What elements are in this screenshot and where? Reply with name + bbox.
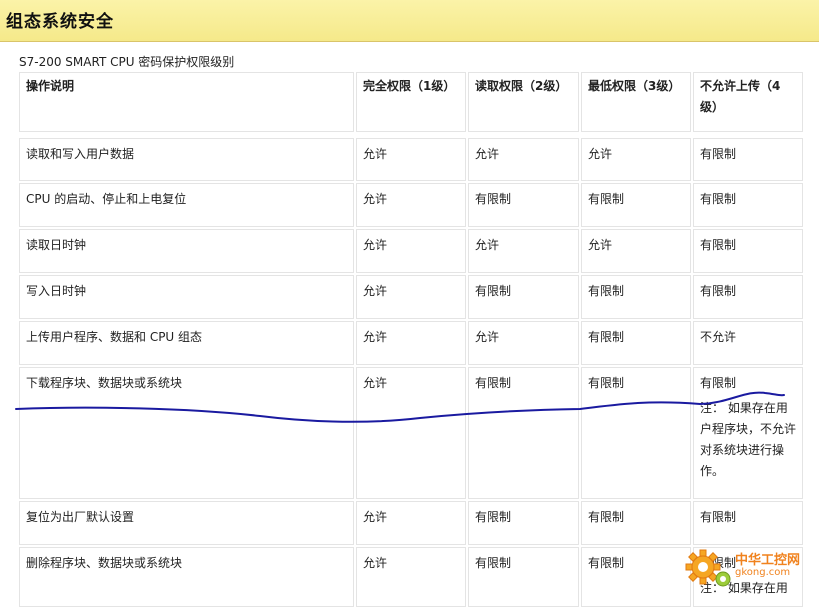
watermark-name: 中华工控网 — [735, 553, 801, 568]
row-label: 上传用户程序、数据和 CPU 组态 — [19, 321, 354, 365]
table-cell: 有限制 — [693, 138, 803, 181]
cell-text: 有限制 — [588, 284, 625, 298]
cell-text: 允许 — [363, 147, 388, 161]
row-label: 读取日时钟 — [19, 229, 354, 273]
cell-text: 有限制 — [588, 510, 625, 524]
table-cell: 允许 — [356, 183, 466, 227]
cell-text: 允许 — [363, 376, 388, 390]
cell-text: 读取和写入用户数据 — [26, 147, 135, 161]
cell-text: 不允许 — [700, 330, 737, 344]
cell-text: 有限制 — [700, 284, 737, 298]
cell-text: 有限制 — [588, 376, 625, 390]
cell-text: 有限制 — [475, 556, 512, 570]
column-header-2: 读取权限（2级） — [468, 72, 579, 132]
cell-text: 有限制 — [475, 192, 512, 206]
cell-text: 读取日时钟 — [26, 238, 87, 252]
cell-text: 复位为出厂默认设置 — [26, 510, 135, 524]
column-header-1: 完全权限（1级） — [356, 72, 466, 132]
cell-text: 有限制 — [475, 284, 512, 298]
cell-text: 上传用户程序、数据和 CPU 组态 — [26, 330, 203, 344]
table-cell: 允许 — [468, 138, 579, 181]
table-cell: 不允许 — [693, 321, 803, 365]
cell-text: 有限制 — [700, 147, 737, 161]
cell-text: 有限制 — [588, 192, 625, 206]
cell-text: 有限制 — [700, 192, 737, 206]
table-cell: 允许 — [581, 229, 691, 273]
cell-text: 允许 — [363, 238, 388, 252]
table-cell: 允许 — [468, 321, 579, 365]
table-cell: 有限制 — [693, 501, 803, 545]
cell-text: 允许 — [588, 147, 613, 161]
column-header-4: 不允许上传（4级） — [693, 72, 803, 132]
cell-text: 允许 — [363, 192, 388, 206]
table-cell: 允许 — [356, 547, 466, 607]
table-cell: 有限制 — [468, 275, 579, 319]
cell-text: 删除程序块、数据块或系统块 — [26, 556, 183, 570]
watermark-url: gkong.com — [735, 567, 791, 578]
row-label: 读取和写入用户数据 — [19, 138, 354, 181]
cell-text: 有限制 — [588, 556, 625, 570]
row-label: 写入日时钟 — [19, 275, 354, 319]
table-cell: 有限制 — [468, 547, 579, 607]
cell-text: 允许 — [475, 330, 500, 344]
table-cell: 有限制 — [693, 275, 803, 319]
table-cell: 有限制 — [581, 547, 691, 607]
table-cell: 有限制注： 如果存在用户程序块，不允许对系统块进行操作。 — [693, 367, 803, 499]
cell-text: CPU 的启动、停止和上电复位 — [26, 192, 187, 206]
cell-text: 有限制 — [475, 376, 512, 390]
cell-text: 下载程序块、数据块或系统块 — [26, 376, 183, 390]
table-cell: 有限制 — [693, 229, 803, 273]
cell-text: 允许 — [475, 147, 500, 161]
table-cell: 有限制 — [581, 367, 691, 499]
column-header-3: 最低权限（3级） — [581, 72, 691, 132]
gear-icon — [685, 549, 731, 587]
cell-text: 允许 — [363, 330, 388, 344]
column-header-0: 操作说明 — [19, 72, 354, 132]
cell-note: 注： 如果存在用户程序块，不允许对系统块进行操作。 — [700, 401, 797, 478]
cell-text: 写入日时钟 — [26, 284, 87, 298]
table-cell: 有限制 — [581, 275, 691, 319]
table-cell: 有限制 — [581, 183, 691, 227]
watermark-logo: 中华工控网 gkong.com — [683, 547, 813, 591]
table-cell: 有限制 — [468, 183, 579, 227]
table-cell: 允许 — [356, 229, 466, 273]
table-cell: 允许 — [356, 321, 466, 365]
cell-text: 允许 — [475, 238, 500, 252]
row-label: 复位为出厂默认设置 — [19, 501, 354, 545]
table-cell: 有限制 — [581, 501, 691, 545]
table-cell: 允许 — [581, 138, 691, 181]
cell-text: 允许 — [363, 284, 388, 298]
row-label: 下载程序块、数据块或系统块 — [19, 367, 354, 499]
cell-text: 有限制 — [588, 330, 625, 344]
cell-text: 允许 — [363, 510, 388, 524]
table-cell: 允许 — [356, 275, 466, 319]
cell-text: 有限制 — [700, 510, 737, 524]
cell-text: 有限制 — [475, 510, 512, 524]
cell-text: 允许 — [363, 556, 388, 570]
table-cell: 有限制 — [468, 501, 579, 545]
table-cell: 有限制 — [581, 321, 691, 365]
table-cell: 允许 — [356, 367, 466, 499]
table-cell: 有限制 — [468, 367, 579, 499]
permission-table: 操作说明 完全权限（1级） 读取权限（2级） 最低权限（3级） 不允许上传（4级） 读取和… — [0, 0, 819, 607]
table-cell: 允许 — [356, 501, 466, 545]
table-cell: 允许 — [356, 138, 466, 181]
table-cell: 允许 — [468, 229, 579, 273]
row-label: CPU 的启动、停止和上电复位 — [19, 183, 354, 227]
row-label: 删除程序块、数据块或系统块 — [19, 547, 354, 607]
cell-text: 有限制 — [700, 376, 737, 390]
cell-text: 有限制 — [700, 238, 737, 252]
table-cell: 有限制 — [693, 183, 803, 227]
cell-text: 允许 — [588, 238, 613, 252]
